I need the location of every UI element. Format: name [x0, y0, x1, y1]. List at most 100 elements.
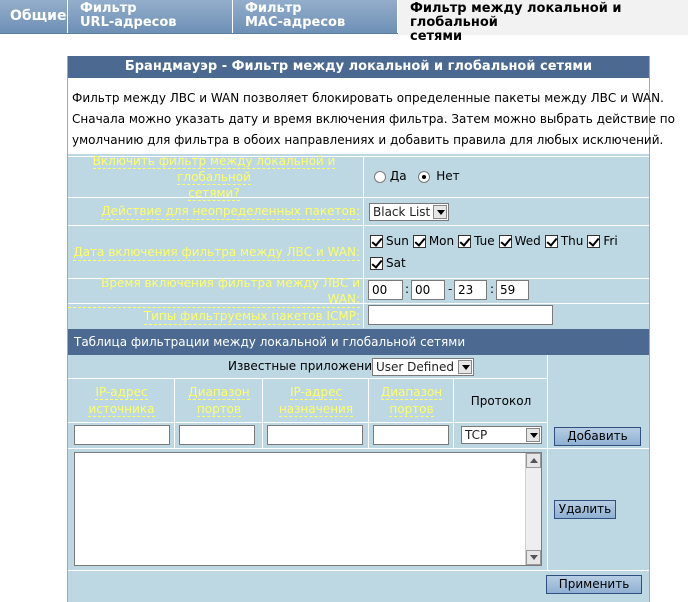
day-checkbox[interactable]	[370, 257, 383, 270]
col-dst-port: Диапазон портов	[369, 379, 454, 423]
day-sat[interactable]: Sat	[370, 252, 406, 274]
day-checkbox[interactable]	[587, 235, 601, 248]
time-colon-1: :	[405, 282, 410, 296]
col-dst-ip-line2: назначения	[278, 402, 354, 417]
description-line-2: Сначала можно указать дату и время включ…	[72, 112, 675, 126]
delete-button[interactable]: Удалить	[554, 500, 616, 519]
col-src-ip-line2: источника	[88, 402, 155, 417]
col-src-port-line1: Диапазон	[188, 385, 250, 400]
day-label: Fri	[603, 234, 618, 248]
enable-yes-radio[interactable]	[374, 170, 386, 183]
undefined-action-label: Действие для неопределенных пакетов:	[101, 204, 360, 220]
protocol-select[interactable]: TCP	[461, 426, 542, 444]
rules-list[interactable]	[74, 452, 542, 566]
dst-ip-input[interactable]	[267, 425, 363, 445]
description-line-3: умолчанию для фильтра в обоих направлени…	[72, 133, 664, 147]
day-tue[interactable]: Tue	[458, 230, 495, 252]
day-label: Sat	[386, 256, 406, 270]
filter-dates-row: Дата включения фильтра между ЛВС и WAN: …	[68, 225, 649, 278]
col-dst-port-line2: портов	[389, 402, 434, 417]
tab-url-filter[interactable]: Фильтр URL-адресов	[68, 0, 233, 34]
col-src-ip: IP-адрес источника	[68, 379, 175, 423]
tab-general-label: Общие	[10, 8, 67, 24]
src-ip-input[interactable]	[74, 425, 170, 445]
icmp-row: Типы фильтруемых пакетов ICMP:	[68, 303, 649, 328]
tab-mac-filter[interactable]: Фильтр МАС-адресов	[233, 0, 398, 34]
filter-dates-label-cell: Дата включения фильтра между ЛВС и WAN:	[68, 226, 364, 278]
tab-bar: Общие Фильтр URL-адресов Фильтр МАС-адре…	[0, 0, 688, 44]
src-port-cell	[175, 423, 263, 449]
day-fri[interactable]: Fri	[587, 230, 618, 252]
description-line-1: Фильтр между ЛВС и WAN позволяет блокиро…	[72, 91, 664, 105]
col-dst-ip: IP-адрес назначения	[263, 379, 369, 423]
enable-filter-row: Включить фильтр между локальной и глобал…	[68, 154, 649, 201]
tab-lan-wan-filter-line2: сетями	[410, 29, 463, 44]
start-hour-input[interactable]: 00	[368, 280, 403, 300]
tab-lan-wan-filter-line1: Фильтр между локальной и глобальной	[410, 1, 622, 30]
known-apps-label: Известные приложения:	[228, 359, 384, 373]
undefined-action-select[interactable]: Black List	[369, 203, 449, 221]
add-cell: Добавить	[548, 355, 649, 449]
filter-time-label-cell: Время включения фильтра между ЛВС и WAN:	[68, 276, 364, 308]
day-checkbox[interactable]	[458, 235, 472, 248]
known-apps-row: Известные приложения: User Defined	[68, 355, 548, 379]
undefined-action-value: Black List	[373, 205, 431, 219]
description: Фильтр между ЛВС и WAN позволяет блокиро…	[68, 78, 675, 154]
time-dash: -	[448, 282, 453, 296]
start-minute-input[interactable]: 00	[411, 280, 445, 300]
tab-lan-wan-filter[interactable]: Фильтр между локальной и глобальной сетя…	[398, 0, 688, 44]
undefined-action-row: Действие для неопределенных пакетов: Bla…	[68, 197, 649, 225]
chevron-down-icon	[526, 428, 540, 442]
end-hour-input[interactable]: 23	[454, 280, 487, 300]
scroll-down-icon[interactable]	[526, 550, 541, 565]
day-thu[interactable]: Thu	[544, 230, 584, 252]
enable-no-label: Нет	[436, 169, 460, 183]
day-label: Mon	[428, 234, 455, 248]
icmp-label-cell: Типы фильтруемых пакетов ICMP:	[68, 304, 364, 328]
day-label: Wed	[514, 234, 541, 248]
scroll-up-icon[interactable]	[526, 453, 541, 468]
tab-mac-filter-line1: Фильтр	[245, 1, 302, 16]
firewall-panel: Брандмауэр - Фильтр между локальной и гл…	[67, 56, 675, 602]
day-checkbox[interactable]	[370, 235, 383, 248]
day-label: Tue	[474, 234, 495, 248]
day-label: Sun	[386, 234, 409, 248]
day-sun[interactable]: Sun	[370, 230, 409, 252]
icmp-input[interactable]	[368, 305, 553, 325]
time-colon-2: :	[490, 282, 495, 296]
day-label: Thu	[560, 234, 584, 248]
enable-filter-label-line1: Включить фильтр между локальной и глобал…	[92, 154, 336, 185]
known-apps-select[interactable]: User Defined	[372, 358, 474, 376]
col-protocol: Протокол	[454, 379, 548, 423]
protocol-value: TCP	[465, 428, 488, 442]
dst-port-cell	[369, 423, 454, 449]
day-mon[interactable]: Mon	[412, 230, 455, 252]
col-src-ip-line1: IP-адрес	[95, 385, 148, 400]
src-port-input[interactable]	[179, 425, 255, 445]
rules-list-cell	[68, 449, 548, 571]
filter-table-header: Таблица фильтрации между локальной и гло…	[68, 329, 649, 355]
col-dst-ip-line1: IP-адрес	[289, 385, 343, 400]
add-button[interactable]: Добавить	[554, 427, 641, 446]
rules-list-scrollbar[interactable]	[525, 453, 541, 565]
tab-mac-filter-line2: МАС-адресов	[245, 15, 346, 30]
tab-general[interactable]: Общие	[0, 0, 68, 34]
filter-time-row: Время включения фильтра между ЛВС и WAN:…	[68, 276, 649, 308]
col-dst-port-line1: Диапазон	[380, 385, 443, 400]
day-wed[interactable]: Wed	[498, 230, 541, 252]
day-checkbox[interactable]	[498, 235, 512, 248]
enable-yes-label: Да	[389, 169, 407, 183]
tab-url-filter-line1: Фильтр	[80, 1, 137, 16]
enable-no-radio[interactable]	[418, 170, 431, 183]
end-minute-input[interactable]: 59	[496, 280, 529, 300]
src-ip-cell	[68, 423, 175, 449]
apply-button[interactable]: Применить	[546, 575, 642, 594]
known-apps-value: User Defined	[376, 360, 454, 374]
filter-dates-label: Дата включения фильтра между ЛВС и WAN:	[73, 244, 360, 261]
day-checkbox[interactable]	[412, 235, 426, 248]
enable-filter-label: Включить фильтр между локальной и глобал…	[68, 154, 364, 201]
chevron-down-icon	[458, 360, 472, 374]
col-protocol-label: Протокол	[470, 394, 532, 408]
dst-port-input[interactable]	[373, 425, 449, 445]
day-checkbox[interactable]	[544, 235, 558, 248]
